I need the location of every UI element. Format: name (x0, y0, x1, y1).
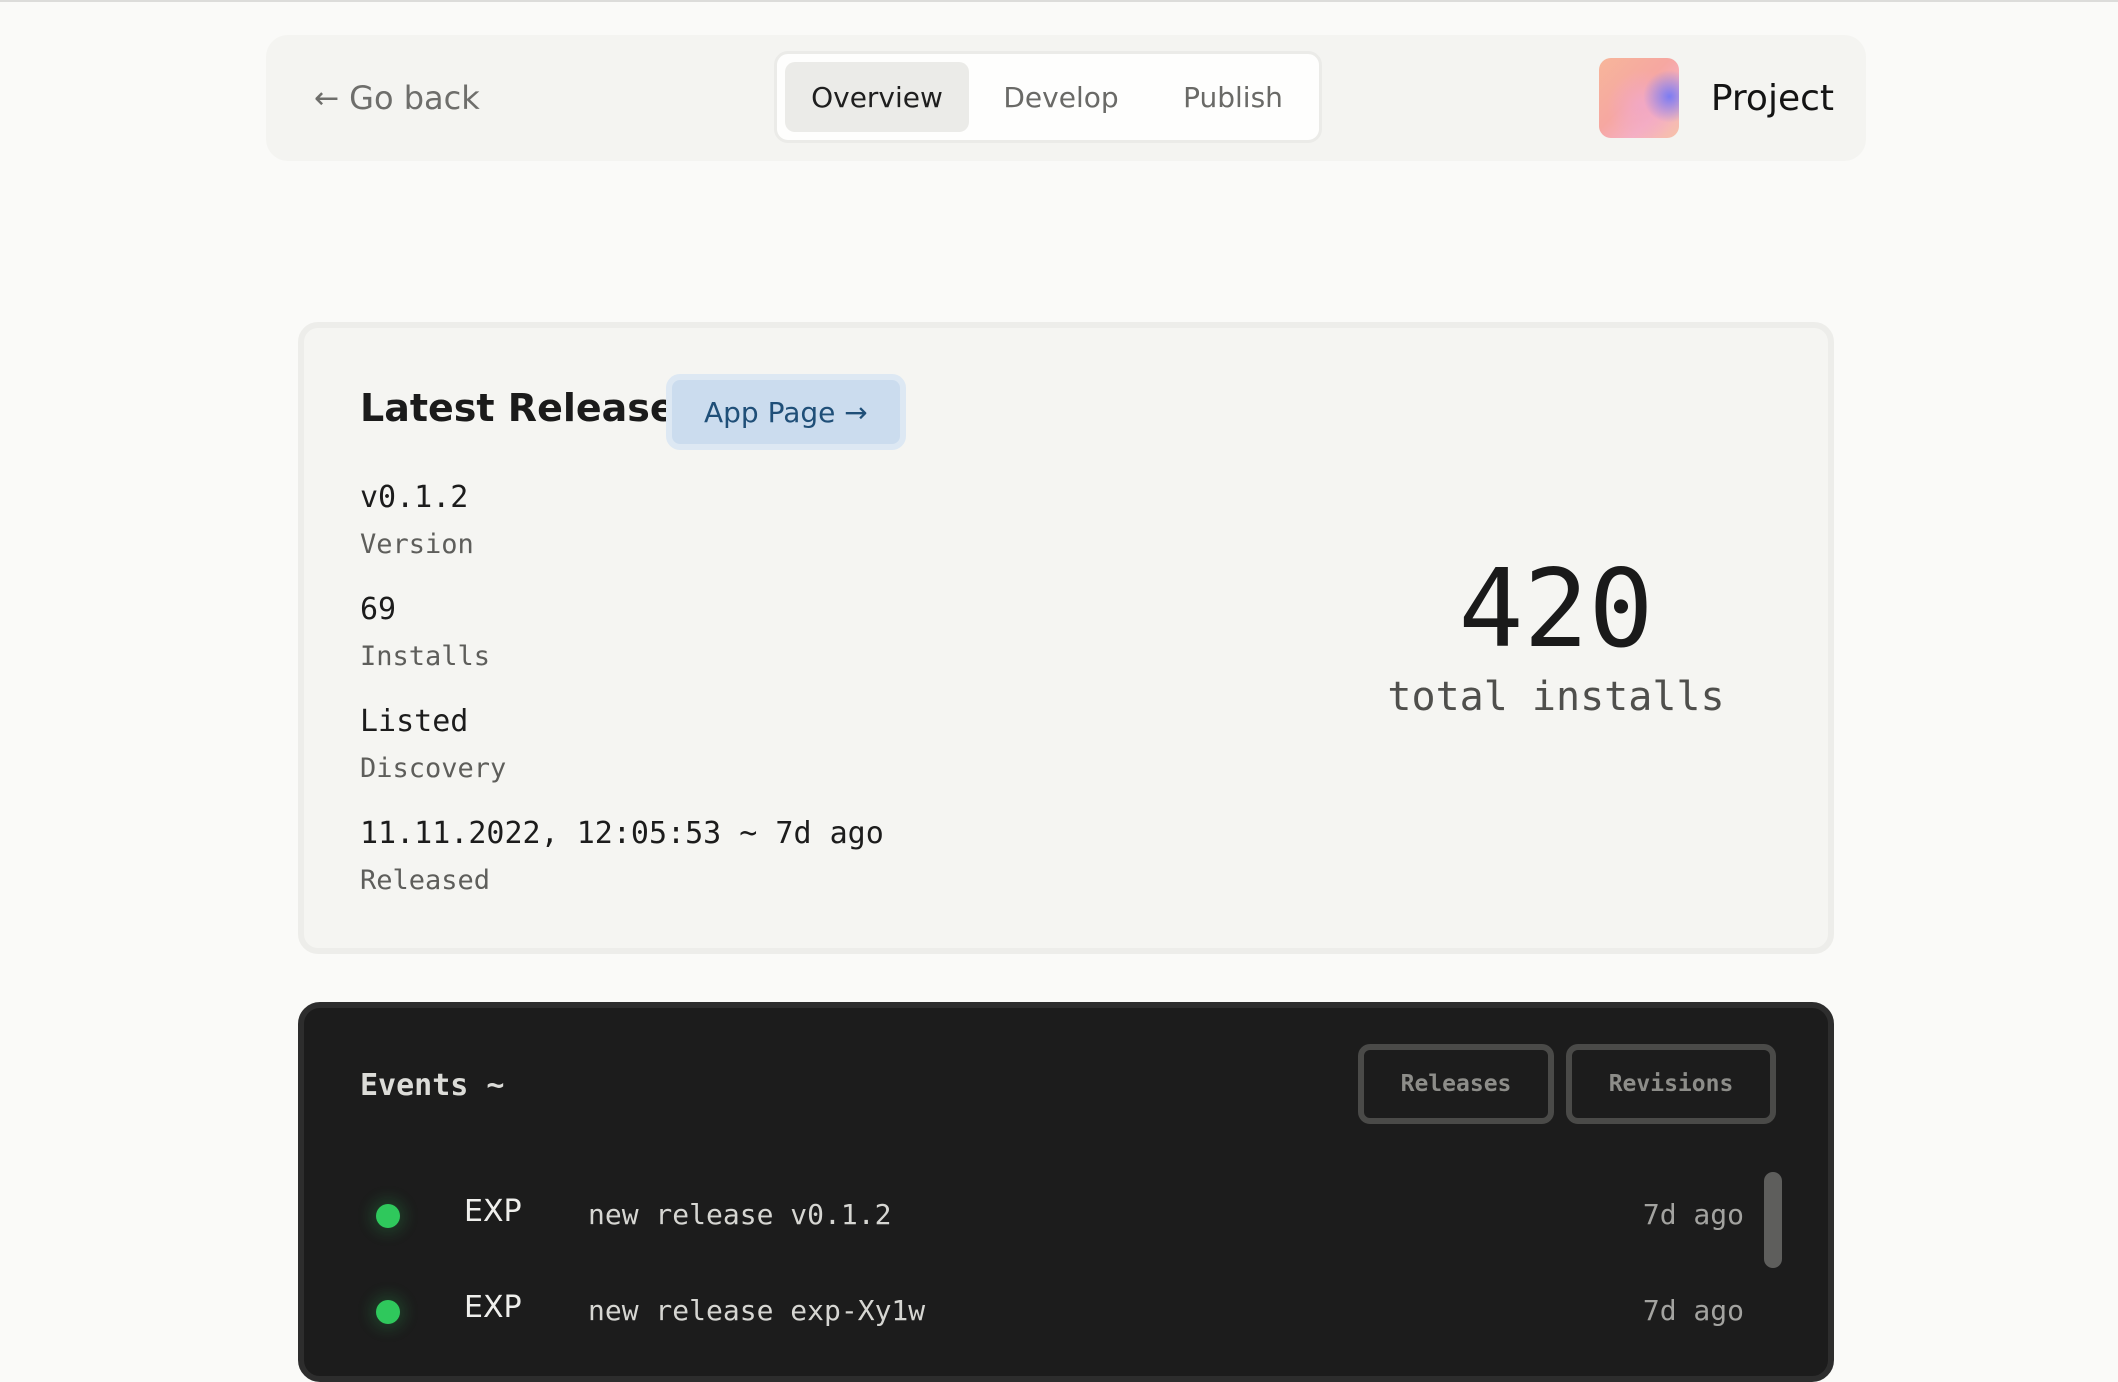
version-label: Version (360, 529, 474, 560)
total-installs-value: 420 (1458, 547, 1654, 672)
top-navigation-bar: ← Go back Overview Develop Publish Proje… (266, 35, 1866, 161)
status-dot-icon (376, 1204, 400, 1228)
tab-publish[interactable]: Publish (1153, 62, 1313, 132)
arrow-left-icon: ← (314, 80, 340, 116)
event-message: new release exp-Xy1w (588, 1294, 926, 1327)
released-value: 11.11.2022, 12:05:53 ~ 7d ago (360, 816, 884, 851)
installs-label: Installs (360, 641, 491, 672)
event-row[interactable]: EXP new release exp-Xy1w 7d ago (304, 1272, 1744, 1352)
events-title: Events ~ (360, 1068, 505, 1103)
top-border (0, 0, 2118, 2)
go-back-link[interactable]: ← Go back (314, 35, 480, 161)
tab-switcher: Overview Develop Publish (774, 51, 1322, 143)
project-identity[interactable]: Project (1598, 35, 1834, 161)
go-back-label: Go back (349, 79, 480, 117)
status-dot-icon (376, 1300, 400, 1324)
events-panel: Events ~ Releases Revisions EXP new rele… (298, 1002, 1834, 1382)
revisions-filter-button[interactable]: Revisions (1566, 1044, 1776, 1124)
event-type: EXP (464, 1290, 522, 1325)
total-installs-label: total installs (1387, 674, 1725, 720)
event-type: EXP (464, 1194, 522, 1229)
project-name: Project (1710, 77, 1834, 119)
total-installs: 420 total installs (1376, 547, 1736, 721)
tab-overview[interactable]: Overview (785, 62, 969, 132)
discovery-field: Listed Discovery (360, 704, 506, 784)
latest-release-card: Latest Release App Page → v0.1.2 Version… (298, 322, 1834, 954)
discovery-label: Discovery (360, 753, 507, 784)
event-row[interactable]: EXP new release v0.1.2 7d ago (304, 1176, 1744, 1256)
latest-release-title: Latest Release (360, 386, 676, 430)
events-scrollbar[interactable] (1764, 1172, 1782, 1268)
discovery-value: Listed (360, 704, 469, 739)
installs-field: 69 Installs (360, 592, 490, 672)
event-time: 7d ago (1642, 1198, 1744, 1231)
version-field: v0.1.2 Version (360, 480, 474, 560)
installs-value: 69 (360, 592, 397, 627)
released-label: Released (360, 865, 491, 896)
version-value: v0.1.2 (360, 480, 469, 515)
event-time: 7d ago (1642, 1294, 1744, 1327)
released-field: 11.11.2022, 12:05:53 ~ 7d ago Released (360, 816, 884, 896)
releases-filter-button[interactable]: Releases (1358, 1044, 1554, 1124)
project-logo (1598, 58, 1679, 138)
app-page-button[interactable]: App Page → (666, 374, 906, 450)
event-message: new release v0.1.2 (588, 1198, 892, 1231)
tab-develop[interactable]: Develop (969, 62, 1153, 132)
